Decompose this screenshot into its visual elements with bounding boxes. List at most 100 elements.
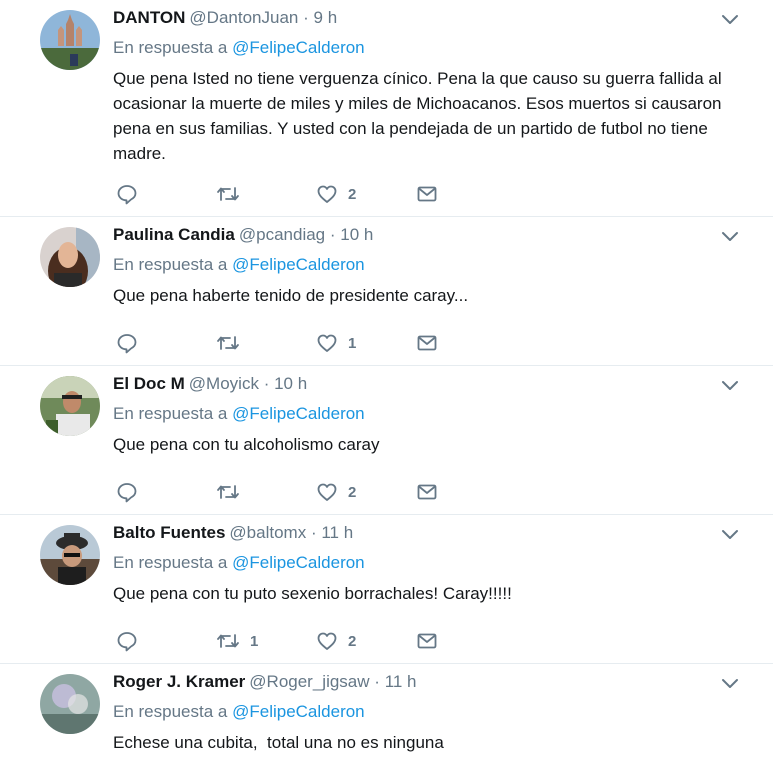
reply-icon	[117, 185, 137, 205]
like-button[interactable]: 2	[316, 629, 356, 653]
retweet-button[interactable]: 1	[216, 629, 258, 653]
reply-prefix: En respuesta a	[113, 404, 228, 423]
tweet-content: Balto Fuentes @baltomx · 11 h En respuest…	[113, 521, 723, 606]
tweet-header: Roger J. Kramer @Roger_jigsaw · 11 h	[113, 670, 723, 694]
heart-icon	[317, 483, 337, 501]
timestamp[interactable]: 11 h	[385, 672, 417, 691]
chevron-down-icon[interactable]	[720, 676, 740, 690]
chevron-down-icon[interactable]	[720, 378, 740, 392]
author-handle[interactable]: @Moyick	[189, 374, 259, 393]
chevron-down-icon[interactable]	[720, 229, 740, 243]
envelope-icon	[417, 335, 437, 351]
author-name[interactable]: El Doc M	[113, 374, 185, 393]
timestamp[interactable]: 9 h	[314, 8, 338, 27]
tweet-item[interactable]: El Doc M @Moyick · 10 h En respuesta a @F…	[0, 366, 773, 515]
heart-icon	[317, 185, 337, 203]
like-count: 1	[348, 334, 357, 352]
like-count: 2	[348, 185, 357, 203]
avatar[interactable]	[40, 227, 100, 287]
chevron-down-icon[interactable]	[720, 12, 740, 26]
tweet-content: Roger J. Kramer @Roger_jigsaw · 11 h En r…	[113, 670, 723, 755]
tweet-actions: 2	[113, 480, 453, 504]
reply-prefix: En respuesta a	[113, 38, 228, 57]
reply-icon	[117, 483, 137, 503]
reply-mention-link[interactable]: @FelipeCalderon	[232, 404, 365, 423]
retweet-button[interactable]	[216, 331, 250, 355]
retweet-count: 1	[250, 632, 259, 650]
tweet-text: Que pena Isted no tiene verguenza cínico…	[113, 69, 722, 163]
avatar[interactable]	[40, 376, 100, 436]
author-name[interactable]: Balto Fuentes	[113, 523, 225, 542]
reply-mention-link[interactable]: @FelipeCalderon	[232, 38, 365, 57]
tweet-item[interactable]: Paulina Candia @pcandiag · 10 h En respue…	[0, 217, 773, 366]
tweet-header: Balto Fuentes @baltomx · 11 h	[113, 521, 723, 545]
separator-dot: ·	[303, 8, 309, 27]
like-count: 2	[348, 632, 357, 650]
retweet-button[interactable]	[216, 182, 250, 206]
reply-context: En respuesta a @FelipeCalderon	[113, 700, 723, 724]
tweet-actions: 2	[113, 182, 453, 206]
avatar-image	[40, 227, 100, 287]
reply-context: En respuesta a @FelipeCalderon	[113, 402, 723, 426]
like-button[interactable]: 2	[316, 182, 356, 206]
author-handle[interactable]: @DantonJuan	[189, 8, 298, 27]
reply-prefix: En respuesta a	[113, 553, 228, 572]
direct-message-button[interactable]	[416, 182, 438, 206]
heart-icon	[317, 632, 337, 650]
like-button[interactable]: 2	[316, 480, 356, 504]
reply-mention-link[interactable]: @FelipeCalderon	[232, 255, 365, 274]
reply-context: En respuesta a @FelipeCalderon	[113, 551, 723, 575]
reply-mention-link[interactable]: @FelipeCalderon	[232, 702, 365, 721]
separator-dot: ·	[329, 225, 336, 244]
tweet-item[interactable]: Roger J. Kramer @Roger_jigsaw · 11 h En r…	[0, 664, 773, 771]
separator-dot: ·	[263, 374, 270, 393]
reply-button[interactable]	[116, 480, 148, 504]
avatar[interactable]	[40, 525, 100, 585]
avatar[interactable]	[40, 674, 100, 734]
tweet-actions: 1 2	[113, 629, 453, 653]
tweet-item[interactable]: DANTON @DantonJuan · 9 h En respuesta a @…	[0, 0, 773, 217]
reply-prefix: En respuesta a	[113, 702, 228, 721]
separator-dot: ·	[374, 672, 380, 691]
like-count: 2	[348, 483, 357, 501]
reply-mention-link[interactable]: @FelipeCalderon	[232, 553, 365, 572]
author-handle[interactable]: @baltomx	[229, 523, 306, 542]
timestamp[interactable]: 10 h	[274, 374, 307, 393]
timestamp[interactable]: 11 h	[321, 523, 353, 542]
tweet-feed: DANTON @DantonJuan · 9 h En respuesta a @…	[0, 0, 773, 771]
author-name[interactable]: Paulina Candia	[113, 225, 235, 244]
retweet-button[interactable]	[216, 480, 250, 504]
tweet-actions: 1	[113, 331, 453, 355]
direct-message-button[interactable]	[416, 480, 438, 504]
reply-button[interactable]	[116, 182, 148, 206]
direct-message-button[interactable]	[416, 331, 438, 355]
envelope-icon	[417, 186, 437, 202]
retweet-icon	[217, 485, 239, 499]
tweet-text: Que pena con tu puto sexenio borrachales…	[113, 584, 512, 603]
author-name[interactable]: Roger J. Kramer	[113, 672, 245, 691]
chevron-down-icon[interactable]	[720, 527, 740, 541]
reply-context: En respuesta a @FelipeCalderon	[113, 253, 723, 277]
tweet-text: Que pena con tu alcoholismo caray	[113, 435, 380, 454]
timestamp[interactable]: 10 h	[340, 225, 373, 244]
tweet-text: Echese una cubita, total una no es ningu…	[113, 733, 444, 752]
avatar-image	[40, 10, 100, 70]
reply-button[interactable]	[116, 629, 148, 653]
tweet-header: El Doc M @Moyick · 10 h	[113, 372, 723, 396]
retweet-icon	[217, 187, 239, 201]
tweet-content: DANTON @DantonJuan · 9 h En respuesta a @…	[113, 6, 723, 166]
envelope-icon	[417, 633, 437, 649]
avatar[interactable]	[40, 10, 100, 70]
tweet-item[interactable]: Balto Fuentes @baltomx · 11 h En respuest…	[0, 515, 773, 664]
author-handle[interactable]: @Roger_jigsaw	[249, 672, 369, 691]
direct-message-button[interactable]	[416, 629, 438, 653]
heart-icon	[317, 334, 337, 352]
author-handle[interactable]: @pcandiag	[239, 225, 325, 244]
retweet-icon	[217, 634, 239, 648]
envelope-icon	[417, 484, 437, 500]
reply-button[interactable]	[116, 331, 148, 355]
like-button[interactable]: 1	[316, 331, 356, 355]
tweet-content: El Doc M @Moyick · 10 h En respuesta a @F…	[113, 372, 723, 457]
author-name[interactable]: DANTON	[113, 8, 185, 27]
avatar-image	[40, 376, 100, 436]
